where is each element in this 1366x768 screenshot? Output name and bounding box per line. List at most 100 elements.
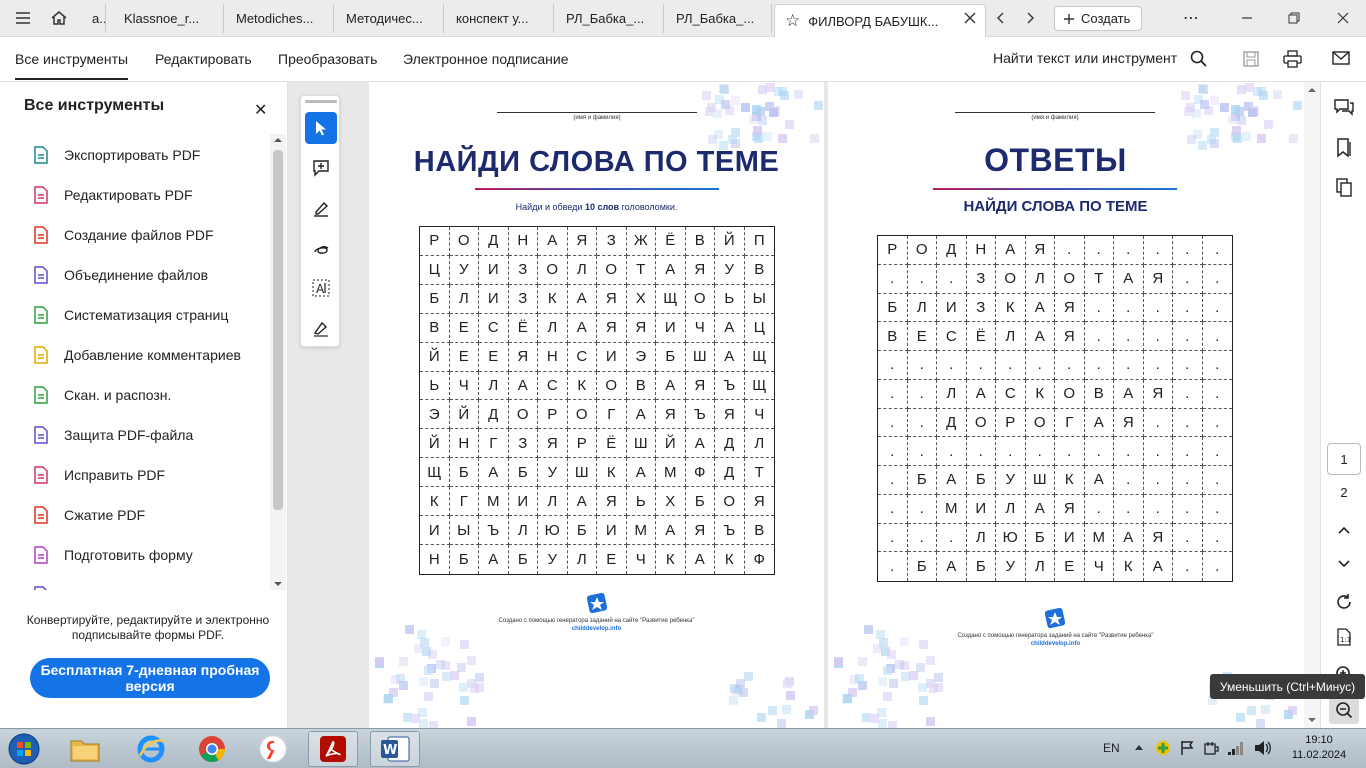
tool-item[interactable]: Подготовить форму (32, 543, 193, 567)
home-icon[interactable] (44, 4, 74, 32)
panel-scroll-thumb[interactable] (273, 150, 283, 510)
internet-explorer-icon[interactable] (126, 731, 176, 767)
save-icon[interactable] (1242, 50, 1260, 68)
favorite-star-icon[interactable]: ☆ (785, 11, 800, 31)
grid-cell: Л (568, 545, 597, 574)
language-indicator[interactable]: EN (1103, 741, 1120, 755)
tool-item[interactable]: Редактировать PDF (32, 183, 193, 207)
security-tray-icon[interactable] (1155, 740, 1171, 756)
select-tool-icon[interactable] (305, 112, 337, 144)
volume-icon[interactable] (1254, 740, 1272, 756)
sign-icon[interactable] (305, 312, 337, 344)
next-page-icon[interactable] (1332, 552, 1356, 576)
decor-square (1185, 103, 1195, 113)
decor-square (778, 134, 788, 144)
chrome-icon[interactable] (187, 731, 237, 767)
document-scrollbar[interactable] (1304, 82, 1320, 728)
page-number-next[interactable]: 2 (1327, 482, 1361, 502)
comments-panel-icon[interactable] (1332, 96, 1356, 120)
scroll-up-icon[interactable] (270, 134, 286, 146)
tab[interactable]: Metodiches... (226, 4, 334, 33)
grid-cell: З (508, 255, 538, 285)
network-signal-icon[interactable] (1227, 740, 1245, 756)
grid-cell: А (508, 371, 538, 401)
tab[interactable]: конспект у... (446, 4, 554, 33)
email-icon[interactable] (1332, 51, 1350, 65)
tool-item[interactable]: Скан. и распозн. (32, 383, 171, 407)
answer-cell: . (1084, 351, 1114, 380)
window-close-icon[interactable] (1328, 4, 1358, 32)
decor-square (1257, 134, 1267, 144)
menu-esign[interactable]: Электронное подписание (403, 51, 569, 67)
panel-scrollbar[interactable] (270, 134, 286, 590)
tab[interactable]: а... (82, 4, 106, 33)
start-button-icon[interactable] (2, 731, 46, 767)
menu-edit[interactable]: Редактировать (155, 51, 252, 67)
power-tray-icon[interactable] (1203, 740, 1219, 756)
tool-item[interactable]: Создание файлов PDF (32, 223, 214, 247)
add-comment-icon[interactable] (305, 152, 337, 184)
restore-icon[interactable] (1279, 4, 1309, 32)
menu-convert[interactable]: Преобразовать (278, 51, 377, 67)
close-tab-icon[interactable] (955, 4, 985, 32)
add-text-icon[interactable]: A (305, 272, 337, 304)
tab[interactable]: Klassnoe_r... (114, 4, 224, 33)
decor-square (1180, 91, 1190, 101)
print-icon[interactable] (1283, 50, 1302, 68)
freehand-draw-icon[interactable] (305, 232, 337, 264)
scroll-up-icon[interactable] (1304, 84, 1320, 96)
pages-panel-icon[interactable] (1332, 176, 1356, 200)
previous-page-icon[interactable] (1332, 518, 1356, 542)
free-trial-button[interactable]: Бесплатная 7-дневная пробная версия (30, 658, 270, 698)
tool-item[interactable]: Добавление комментариев (32, 343, 241, 367)
grid-cell: К (420, 487, 450, 517)
system-clock[interactable]: 19:10 11.02.2024 (1283, 733, 1355, 763)
fit-page-icon[interactable]: 1:1 (1332, 625, 1356, 649)
grid-cell: У (538, 545, 568, 574)
tool-item[interactable]: Экспортировать PDF (32, 143, 200, 167)
tab[interactable]: РЛ_Бабка_... (556, 4, 664, 33)
page-number-current[interactable]: 1 (1327, 443, 1361, 475)
answer-cell: . (1173, 552, 1203, 581)
tabs-back-icon[interactable] (985, 4, 1015, 32)
scroll-down-icon[interactable] (270, 578, 286, 590)
scroll-down-icon[interactable] (1304, 714, 1320, 726)
tab[interactable]: РЛ_Бабка_... (666, 4, 772, 33)
hamburger-menu-icon[interactable] (8, 4, 38, 32)
bookmarks-icon[interactable] (1332, 136, 1356, 160)
yandex-browser-icon[interactable] (248, 731, 298, 767)
more-options-icon[interactable]: ⋯ (1176, 4, 1206, 32)
tool-item[interactable]: Систематизация страниц (32, 303, 228, 327)
document-viewer[interactable]: (имя и фамилия) НАЙДИ СЛОВА ПО ТЕМЕ Найд… (288, 82, 1320, 728)
word-icon[interactable]: W (370, 731, 420, 767)
grid-cell: Н (508, 227, 538, 256)
grid-cell: Я (538, 429, 568, 459)
tab-label: РЛ_Бабка_... (566, 11, 645, 26)
drag-handle[interactable] (305, 100, 337, 103)
find-tool-search[interactable]: Найти текст или инструмент (993, 50, 1177, 66)
tool-item[interactable]: Исправить PDF (32, 463, 165, 487)
answer-cell: . (1143, 351, 1173, 380)
tool-item[interactable]: Защита PDF-файла (32, 423, 193, 447)
search-icon[interactable] (1190, 50, 1208, 68)
tab[interactable]: Методичес... (336, 4, 444, 33)
decor-square (878, 677, 888, 687)
grid-cell: И (597, 516, 627, 546)
rotate-icon[interactable] (1332, 590, 1356, 614)
tool-item[interactable]: Объединение файлов (32, 263, 208, 287)
tabs-forward-icon[interactable] (1016, 4, 1046, 32)
title-underline (475, 188, 719, 190)
acrobat-icon[interactable] (308, 731, 358, 767)
show-hidden-icons-icon[interactable] (1134, 743, 1144, 751)
tool-item[interactable]: Сжатие PDF (32, 503, 145, 527)
menu-all-tools[interactable]: Все инструменты (15, 51, 129, 80)
minimize-icon[interactable] (1232, 4, 1262, 32)
create-button[interactable]: Создать (1054, 6, 1142, 31)
organize-pages-icon (34, 306, 48, 324)
zoom-out-icon[interactable] (1329, 696, 1359, 724)
tool-item[interactable]: Заполнить и подписать (32, 583, 215, 590)
highlight-pen-icon[interactable] (305, 192, 337, 224)
action-center-flag-icon[interactable] (1180, 740, 1194, 756)
file-explorer-icon[interactable] (60, 731, 110, 767)
grid-cell: Э (626, 342, 656, 372)
